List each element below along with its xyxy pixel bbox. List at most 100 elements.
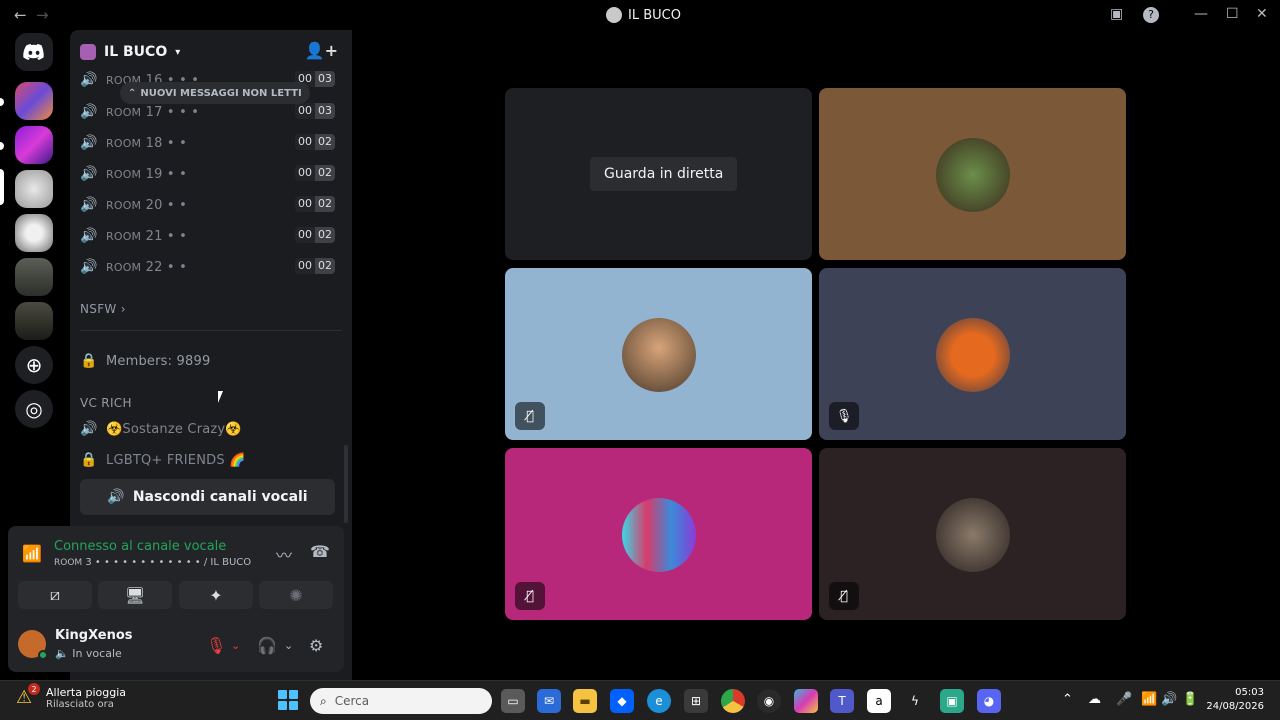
server-icon-6[interactable] <box>15 302 53 340</box>
voice-channel-row[interactable]: 🔊 ROOM 21 • • 00 02 <box>80 222 335 250</box>
unread-messages-banner[interactable]: ⌃ NUOVI MESSAGGI NON LETTI <box>120 82 310 104</box>
edge-icon[interactable]: e <box>647 689 671 713</box>
discord-home-icon[interactable] <box>15 33 53 71</box>
chevron-down-icon: ▾ <box>175 46 181 58</box>
user-limit-counter: 00 02 <box>295 258 335 274</box>
forward-icon[interactable]: → <box>36 6 49 24</box>
online-status-dot <box>38 650 48 660</box>
user-limit-counter: 00 03 <box>295 103 335 119</box>
category-vc-rich[interactable]: VC RICH <box>80 396 132 410</box>
weather-widget[interactable]: ⚠ 2 Allerta pioggia Rilasciato ora <box>16 683 126 710</box>
soundboard-button[interactable]: ✺ <box>259 581 333 609</box>
chrome-icon[interactable] <box>721 689 745 713</box>
scrollbar[interactable] <box>344 445 348 523</box>
speaker-icon: 🔊 <box>80 197 98 213</box>
mic-muted-icon: 🎙̸ <box>829 582 859 610</box>
participant-tile[interactable]: 🎙̸ <box>505 268 812 440</box>
back-icon[interactable]: ← <box>14 6 27 24</box>
add-server-icon[interactable]: ⊕ <box>15 346 53 384</box>
server-icon-1[interactable] <box>15 82 53 120</box>
maximize-icon[interactable]: ☐ <box>1226 6 1239 22</box>
headphones-icon[interactable]: 🎧 <box>257 636 277 655</box>
participant-avatar <box>936 498 1010 572</box>
mail-icon[interactable]: ✉ <box>537 689 561 713</box>
voice-channel-path[interactable]: ROOM 3 • • • • • • • • • • • • / IL BUCO <box>54 557 251 568</box>
voice-channel-row[interactable]: 🔊 ROOM 22 • • 00 02 <box>80 253 335 281</box>
voice-connected-status[interactable]: Connesso al canale vocale <box>54 539 226 554</box>
camera-off-button[interactable]: ⧄ <box>18 581 92 609</box>
mouse-cursor <box>218 391 228 403</box>
user-status: 🔈 In vocale <box>55 647 122 660</box>
amazon-icon[interactable]: a <box>867 689 891 713</box>
settings-gear-icon[interactable]: ⚙ <box>309 636 323 655</box>
hide-voice-channels-button[interactable]: 🔊 Nascondi canali vocali <box>80 479 335 515</box>
unread-pill-indicator <box>0 142 4 150</box>
avatar[interactable] <box>18 630 48 660</box>
close-icon[interactable]: ✕ <box>1256 6 1268 22</box>
app-bolt-icon[interactable]: ϟ <box>903 689 927 713</box>
copilot-icon[interactable] <box>794 689 818 713</box>
user-limit-counter: 00 02 <box>295 196 335 212</box>
server-header[interactable]: IL BUCO ▾ 👤+ <box>80 41 342 63</box>
search-box[interactable]: ⌕ Cerca <box>310 688 492 714</box>
participant-tile[interactable] <box>819 88 1126 260</box>
participant-tile[interactable]: 🎙̸ <box>819 448 1126 620</box>
clock[interactable]: 05:03 24/08/2026 <box>1206 686 1264 714</box>
screen-share-button[interactable]: 🖥 <box>98 581 172 609</box>
weather-alert-icon: ⚠ 2 <box>16 683 40 709</box>
chevron-up-icon: ⌃ <box>128 87 137 99</box>
server-icon-4[interactable] <box>15 214 53 252</box>
channel-sostanze-crazy[interactable]: 🔊 ☣️Sostanze Crazy☣️ <box>80 415 335 443</box>
chevron-down-icon[interactable]: ⌄ <box>231 639 240 652</box>
wifi-icon[interactable]: 📶 <box>1141 692 1157 707</box>
disconnect-icon[interactable]: ☎ <box>310 542 330 561</box>
server-icon <box>606 7 622 23</box>
watch-live-button[interactable]: Guarda in diretta <box>590 157 738 191</box>
start-button[interactable] <box>278 690 298 710</box>
chevron-down-icon[interactable]: ⌄ <box>284 639 293 652</box>
volume-icon[interactable]: 🔊 <box>1161 692 1177 707</box>
channel-lgbtq-friends[interactable]: 🔒 LGBTQ+ FRIENDS 🌈 <box>80 446 335 474</box>
help-icon[interactable]: ? <box>1143 7 1159 23</box>
server-icon-5[interactable] <box>15 258 53 296</box>
file-explorer-icon[interactable]: ▬ <box>573 689 597 713</box>
inbox-icon[interactable]: ▣ <box>1110 6 1123 22</box>
voice-channel-row[interactable]: 🔊 ROOM 18 • • 00 02 <box>80 129 335 157</box>
divider <box>80 330 342 331</box>
microphone-icon[interactable]: 🎤 <box>1116 692 1132 707</box>
participant-tile[interactable]: 🎙 <box>819 268 1126 440</box>
add-member-icon[interactable]: 👤+ <box>305 41 338 60</box>
minimize-icon[interactable]: — <box>1194 6 1208 22</box>
mic-muted-icon[interactable]: 🎙 <box>206 636 226 655</box>
voice-channel-row[interactable]: 🔊 ROOM 20 • • 00 02 <box>80 191 335 219</box>
discord-icon[interactable]: ◕ <box>977 689 1001 713</box>
activities-icon: ✦ <box>209 585 223 605</box>
voice-channel-row[interactable]: 🔊 ROOM 19 • • 00 02 <box>80 160 335 188</box>
app-green-icon[interactable]: ▣ <box>940 689 964 713</box>
speaker-icon: 🔊 <box>80 72 98 88</box>
obs-icon[interactable]: ◉ <box>757 689 781 713</box>
participant-avatar <box>936 138 1010 212</box>
teams-icon[interactable]: T <box>830 689 854 713</box>
speaker-icon: 🔊 <box>80 421 98 437</box>
dropbox-icon[interactable]: ◆ <box>610 689 634 713</box>
participant-avatar <box>622 498 696 572</box>
stream-tile[interactable]: Guarda in diretta <box>505 88 812 260</box>
server-icon-il-buco[interactable] <box>15 170 53 208</box>
window-title: IL BUCO <box>606 7 681 23</box>
participant-tile[interactable]: 🎙̸ <box>505 448 812 620</box>
task-view-icon[interactable]: ▭ <box>501 689 525 713</box>
battery-icon[interactable]: 🔋 <box>1182 692 1198 707</box>
activities-button[interactable]: ✦ <box>179 581 253 609</box>
server-icon-2[interactable] <box>15 126 53 164</box>
chevron-up-icon[interactable]: ⌃ <box>1062 692 1073 707</box>
noise-suppression-icon[interactable]: 〰 <box>276 542 292 566</box>
store-icon[interactable]: ⊞ <box>684 689 708 713</box>
explore-icon[interactable]: ◎ <box>15 390 53 428</box>
category-nsfw[interactable]: NSFW › <box>80 302 126 316</box>
mic-muted-icon: 🎙̸ <box>515 402 545 430</box>
username[interactable]: KingXenos <box>55 628 133 643</box>
channel-members[interactable]: 🔒 Members: 9899 <box>80 347 335 375</box>
onedrive-icon[interactable]: ☁ <box>1088 692 1101 707</box>
camera-off-icon: ⧄ <box>49 585 61 604</box>
